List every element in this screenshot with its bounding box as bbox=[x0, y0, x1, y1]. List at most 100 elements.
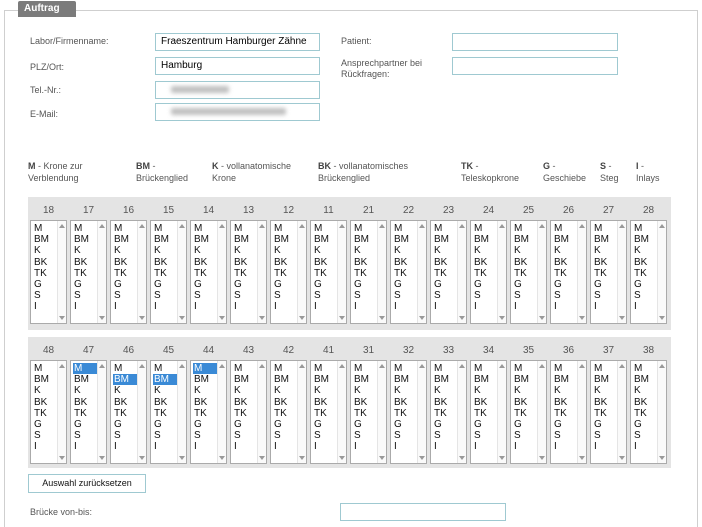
option-m[interactable]: M bbox=[273, 363, 297, 374]
option-i[interactable]: I bbox=[553, 301, 577, 312]
option-k[interactable]: K bbox=[433, 245, 457, 256]
tooth-44-select[interactable]: M BM K BK TK G S I bbox=[190, 360, 227, 464]
scroll-up-icon[interactable] bbox=[219, 224, 225, 228]
bruecke-input[interactable] bbox=[340, 503, 506, 521]
scroll-up-icon[interactable] bbox=[299, 364, 305, 368]
option-m[interactable]: M bbox=[513, 223, 537, 234]
tooth-18-select[interactable]: M BM K BK TK G S I bbox=[30, 220, 67, 324]
scroll-down-icon[interactable] bbox=[579, 456, 585, 460]
option-k[interactable]: K bbox=[393, 385, 417, 396]
option-m[interactable]: M bbox=[433, 363, 457, 374]
option-s[interactable]: S bbox=[33, 290, 57, 301]
scroll-up-icon[interactable] bbox=[379, 224, 385, 228]
option-m[interactable]: M bbox=[33, 223, 57, 234]
option-s[interactable]: S bbox=[313, 290, 337, 301]
option-m[interactable]: M bbox=[433, 223, 457, 234]
option-m[interactable]: M bbox=[233, 363, 257, 374]
option-tk[interactable]: TK bbox=[513, 268, 537, 279]
scroll-up-icon[interactable] bbox=[419, 364, 425, 368]
option-bm[interactable]: BM bbox=[193, 234, 217, 245]
scroll-up-icon[interactable] bbox=[499, 224, 505, 228]
tooth-31-select[interactable]: M BM K BK TK G S I bbox=[350, 360, 387, 464]
option-bk[interactable]: BK bbox=[193, 397, 217, 408]
scroll-down-icon[interactable] bbox=[99, 316, 105, 320]
scroll-down-icon[interactable] bbox=[259, 316, 265, 320]
scroll-up-icon[interactable] bbox=[619, 224, 625, 228]
option-m[interactable]: M bbox=[113, 363, 137, 374]
listbox-scrollbar[interactable] bbox=[417, 221, 426, 323]
option-i[interactable]: I bbox=[73, 441, 97, 452]
scroll-up-icon[interactable] bbox=[179, 364, 185, 368]
option-s[interactable]: S bbox=[193, 290, 217, 301]
tooth-23-select[interactable]: M BM K BK TK G S I bbox=[430, 220, 467, 324]
option-m[interactable]: M bbox=[73, 223, 97, 234]
option-tk[interactable]: TK bbox=[393, 408, 417, 419]
option-s[interactable]: S bbox=[273, 290, 297, 301]
scroll-up-icon[interactable] bbox=[139, 364, 145, 368]
listbox-scrollbar[interactable] bbox=[137, 221, 146, 323]
scroll-down-icon[interactable] bbox=[179, 316, 185, 320]
option-g[interactable]: G bbox=[513, 419, 537, 430]
option-tk[interactable]: TK bbox=[313, 408, 337, 419]
option-i[interactable]: I bbox=[273, 441, 297, 452]
option-g[interactable]: G bbox=[193, 419, 217, 430]
option-g[interactable]: G bbox=[633, 279, 657, 290]
option-s[interactable]: S bbox=[73, 430, 97, 441]
option-s[interactable]: S bbox=[233, 290, 257, 301]
listbox-scrollbar[interactable] bbox=[217, 221, 226, 323]
listbox-scrollbar[interactable] bbox=[457, 221, 466, 323]
option-k[interactable]: K bbox=[593, 385, 617, 396]
option-k[interactable]: K bbox=[473, 385, 497, 396]
scroll-down-icon[interactable] bbox=[299, 456, 305, 460]
option-tk[interactable]: TK bbox=[593, 408, 617, 419]
option-k[interactable]: K bbox=[313, 245, 337, 256]
reset-selection-button[interactable]: Auswahl zurücksetzen bbox=[28, 474, 146, 493]
option-k[interactable]: K bbox=[153, 385, 177, 396]
scroll-down-icon[interactable] bbox=[659, 316, 665, 320]
option-s[interactable]: S bbox=[553, 430, 577, 441]
option-tk[interactable]: TK bbox=[633, 268, 657, 279]
scroll-up-icon[interactable] bbox=[379, 364, 385, 368]
option-s[interactable]: S bbox=[313, 430, 337, 441]
option-i[interactable]: I bbox=[33, 441, 57, 452]
option-tk[interactable]: TK bbox=[193, 268, 217, 279]
scroll-down-icon[interactable] bbox=[539, 456, 545, 460]
listbox-scrollbar[interactable] bbox=[97, 361, 106, 463]
option-g[interactable]: G bbox=[33, 279, 57, 290]
listbox-scrollbar[interactable] bbox=[657, 221, 666, 323]
option-bk[interactable]: BK bbox=[113, 397, 137, 408]
scroll-up-icon[interactable] bbox=[459, 364, 465, 368]
option-g[interactable]: G bbox=[393, 279, 417, 290]
option-tk[interactable]: TK bbox=[513, 408, 537, 419]
scroll-down-icon[interactable] bbox=[99, 456, 105, 460]
option-g[interactable]: G bbox=[553, 279, 577, 290]
option-m[interactable]: M bbox=[193, 363, 217, 375]
option-i[interactable]: I bbox=[513, 301, 537, 312]
option-i[interactable]: I bbox=[513, 441, 537, 452]
option-k[interactable]: K bbox=[33, 385, 57, 396]
listbox-scrollbar[interactable] bbox=[417, 361, 426, 463]
listbox-scrollbar[interactable] bbox=[657, 361, 666, 463]
option-bm[interactable]: BM bbox=[113, 234, 137, 245]
option-bk[interactable]: BK bbox=[153, 397, 177, 408]
option-m[interactable]: M bbox=[353, 363, 377, 374]
option-tk[interactable]: TK bbox=[33, 408, 57, 419]
option-i[interactable]: I bbox=[353, 441, 377, 452]
option-bm[interactable]: BM bbox=[193, 374, 217, 385]
option-bk[interactable]: BK bbox=[233, 397, 257, 408]
option-bm[interactable]: BM bbox=[273, 374, 297, 385]
option-g[interactable]: G bbox=[313, 279, 337, 290]
option-tk[interactable]: TK bbox=[473, 268, 497, 279]
tooth-11-select[interactable]: M BM K BK TK G S I bbox=[310, 220, 347, 324]
option-tk[interactable]: TK bbox=[153, 268, 177, 279]
option-i[interactable]: I bbox=[73, 301, 97, 312]
listbox-scrollbar[interactable] bbox=[177, 361, 186, 463]
option-k[interactable]: K bbox=[553, 245, 577, 256]
scroll-down-icon[interactable] bbox=[619, 316, 625, 320]
scroll-up-icon[interactable] bbox=[579, 364, 585, 368]
option-g[interactable]: G bbox=[593, 419, 617, 430]
tooth-14-select[interactable]: M BM K BK TK G S I bbox=[190, 220, 227, 324]
option-bk[interactable]: BK bbox=[273, 257, 297, 268]
option-bk[interactable]: BK bbox=[433, 257, 457, 268]
option-k[interactable]: K bbox=[633, 245, 657, 256]
